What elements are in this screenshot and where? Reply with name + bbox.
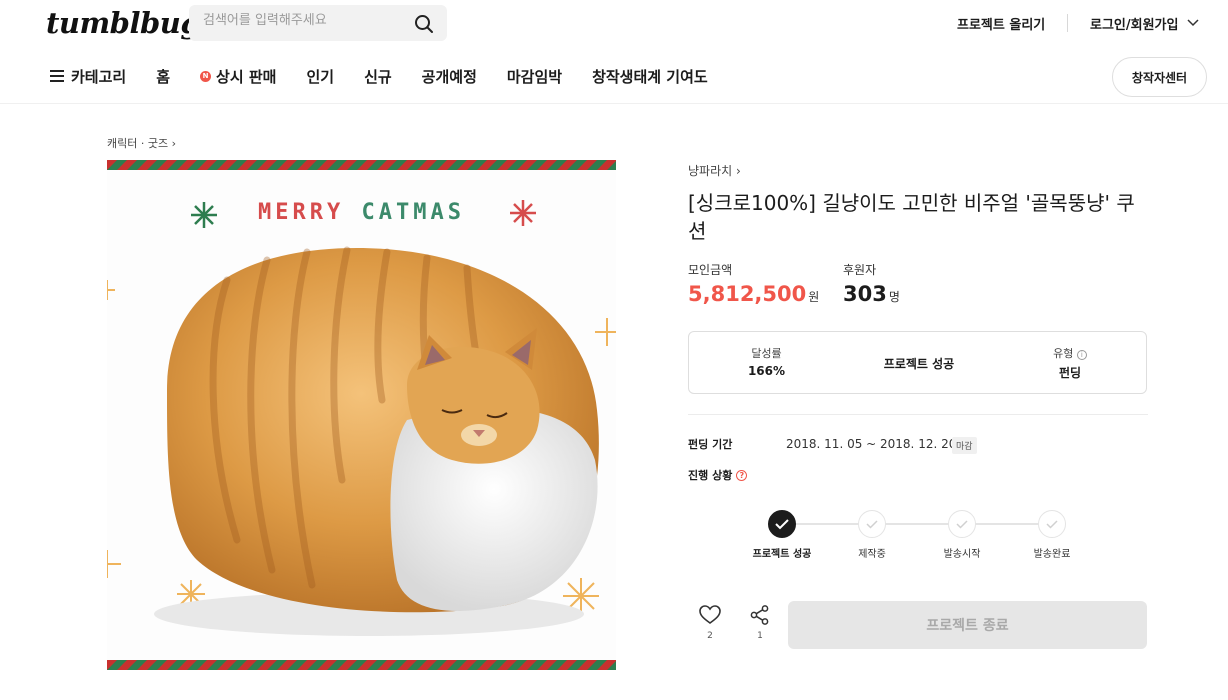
- nav-item-home[interactable]: 홈: [156, 66, 170, 87]
- login-link[interactable]: 로그인/회원가입: [1090, 14, 1178, 33]
- progress-steps: 프로젝트 성공 제작중 발송시작 발송완료: [730, 508, 1110, 568]
- help-icon[interactable]: ?: [736, 470, 748, 481]
- funding-amount-value: 5,812,500: [688, 282, 807, 306]
- like-count: 2: [707, 631, 713, 641]
- step-label: 제작중: [858, 549, 886, 560]
- header: tumblbug 프로젝트 올리기 로그인/회원가입 카테고리 홈 N 상시 판…: [0, 0, 1228, 104]
- hero-title: MERRY CATMAS: [107, 200, 616, 225]
- type-value: 펀딩: [1058, 366, 1082, 380]
- period-value: 2018. 11. 05 ~ 2018. 12. 20: [786, 437, 957, 451]
- breadcrumb[interactable]: 캐릭터 · 굿즈 ›: [107, 135, 176, 151]
- status-text: 프로젝트 성공: [883, 357, 955, 371]
- info-icon[interactable]: i: [1076, 350, 1087, 360]
- nav-item-new[interactable]: 신규: [364, 66, 392, 87]
- nav-item-upcoming[interactable]: 공개예정: [422, 66, 477, 87]
- nav-item-label: 홈: [156, 67, 171, 86]
- search-box[interactable]: [189, 5, 447, 41]
- chevron-right-icon: ›: [736, 164, 741, 178]
- upload-project-link[interactable]: 프로젝트 올리기: [957, 14, 1045, 33]
- nav-item-category[interactable]: 카테고리: [50, 66, 126, 87]
- project-type: 유형 i 펀딩: [994, 332, 1146, 395]
- search-icon[interactable]: [413, 13, 435, 35]
- check-icon: [956, 520, 968, 529]
- check-icon: [1046, 520, 1058, 529]
- achievement-rate: 달성률 166%: [689, 332, 844, 395]
- chevron-down-icon[interactable]: [1186, 15, 1200, 29]
- nav-item-label: 상시 판매: [216, 67, 277, 86]
- nav-item-label: 인기: [306, 67, 335, 86]
- backers-count: 303 명: [843, 282, 900, 306]
- progress-label: 진행 상황: [688, 469, 733, 482]
- nav-item-label: 신규: [364, 67, 392, 86]
- nav-item-label: 마감임박: [506, 67, 563, 86]
- backers-count-value: 303: [843, 282, 887, 306]
- achievement-label: 달성률: [751, 347, 782, 360]
- achievement-value: 166%: [747, 364, 786, 378]
- divider: [688, 414, 1148, 415]
- like-button[interactable]: 2: [697, 605, 723, 641]
- nav-item-label: 공개예정: [421, 67, 477, 86]
- divider: [1067, 14, 1068, 32]
- chevron-right-icon: ›: [171, 137, 176, 150]
- step-label: 프로젝트 성공: [752, 549, 812, 560]
- step-label: 발송완료: [1033, 549, 1071, 560]
- main-nav: 카테고리 홈 N 상시 판매 인기 신규 공개예정 마감임박 창작생태계 기여도: [50, 64, 708, 88]
- nav-item-always-on-sale[interactable]: N 상시 판매: [200, 66, 276, 87]
- nav-item-contribution[interactable]: 창작생태계 기여도: [592, 66, 708, 87]
- progress-label-row: 진행 상황?: [688, 467, 748, 483]
- closed-badge: 마감: [952, 437, 977, 454]
- check-icon: [866, 520, 878, 529]
- type-label-row: 유형 i: [994, 345, 1146, 361]
- breadcrumb-label: 캐릭터 · 굿즈: [107, 137, 169, 150]
- type-label: 유형: [1053, 347, 1074, 360]
- nav-item-popular[interactable]: 인기: [306, 66, 334, 87]
- heart-icon: [699, 605, 721, 624]
- step-dot-success: [768, 510, 796, 538]
- logo[interactable]: tumblbug: [46, 6, 201, 40]
- project-title: [싱크로100%] 길냥이도 고민한 비주얼 '골목뚱냥' 쿠션: [688, 191, 1135, 243]
- creator-name: 냥파라치: [688, 164, 733, 178]
- check-icon: [775, 519, 789, 530]
- new-badge: N: [200, 70, 212, 82]
- funding-amount: 5,812,500 원: [688, 282, 819, 306]
- project-summary-box: 달성률 166% 프로젝트 성공 유형 i 펀딩: [688, 331, 1147, 394]
- project-ended-button[interactable]: 프로젝트 종료: [788, 601, 1147, 649]
- funding-label: 모인금액: [688, 263, 733, 277]
- nav-item-label: 카테고리: [71, 67, 127, 86]
- hero-title-word: CATMAS: [361, 200, 465, 225]
- share-count: 1: [757, 631, 763, 641]
- hamburger-icon: [50, 70, 64, 82]
- creator-center-button[interactable]: 창작자센터: [1112, 57, 1207, 97]
- step-line: [782, 523, 1054, 525]
- step-dot-delivered: [1038, 510, 1066, 538]
- creator-link[interactable]: 냥파라치 ›: [688, 162, 741, 179]
- hero-title-word: MERRY: [258, 200, 345, 225]
- project-image-art: [107, 160, 616, 670]
- project-status: 프로젝트 성공: [844, 332, 994, 395]
- search-input[interactable]: [203, 13, 403, 28]
- step-dot-production: [858, 510, 886, 538]
- backers-label: 후원자: [843, 263, 877, 277]
- step-label: 발송시작: [943, 549, 981, 560]
- step-dot-shipping: [948, 510, 976, 538]
- funding-unit: 원: [808, 290, 820, 304]
- backers-unit: 명: [888, 290, 900, 304]
- project-image[interactable]: MERRY CATMAS: [107, 160, 616, 670]
- nav-item-closing-soon[interactable]: 마감임박: [507, 66, 562, 87]
- period-label: 펀딩 기간: [688, 438, 733, 451]
- share-icon: [750, 605, 769, 625]
- share-button[interactable]: 1: [747, 605, 773, 641]
- nav-item-label: 창작생태계 기여도: [592, 67, 708, 86]
